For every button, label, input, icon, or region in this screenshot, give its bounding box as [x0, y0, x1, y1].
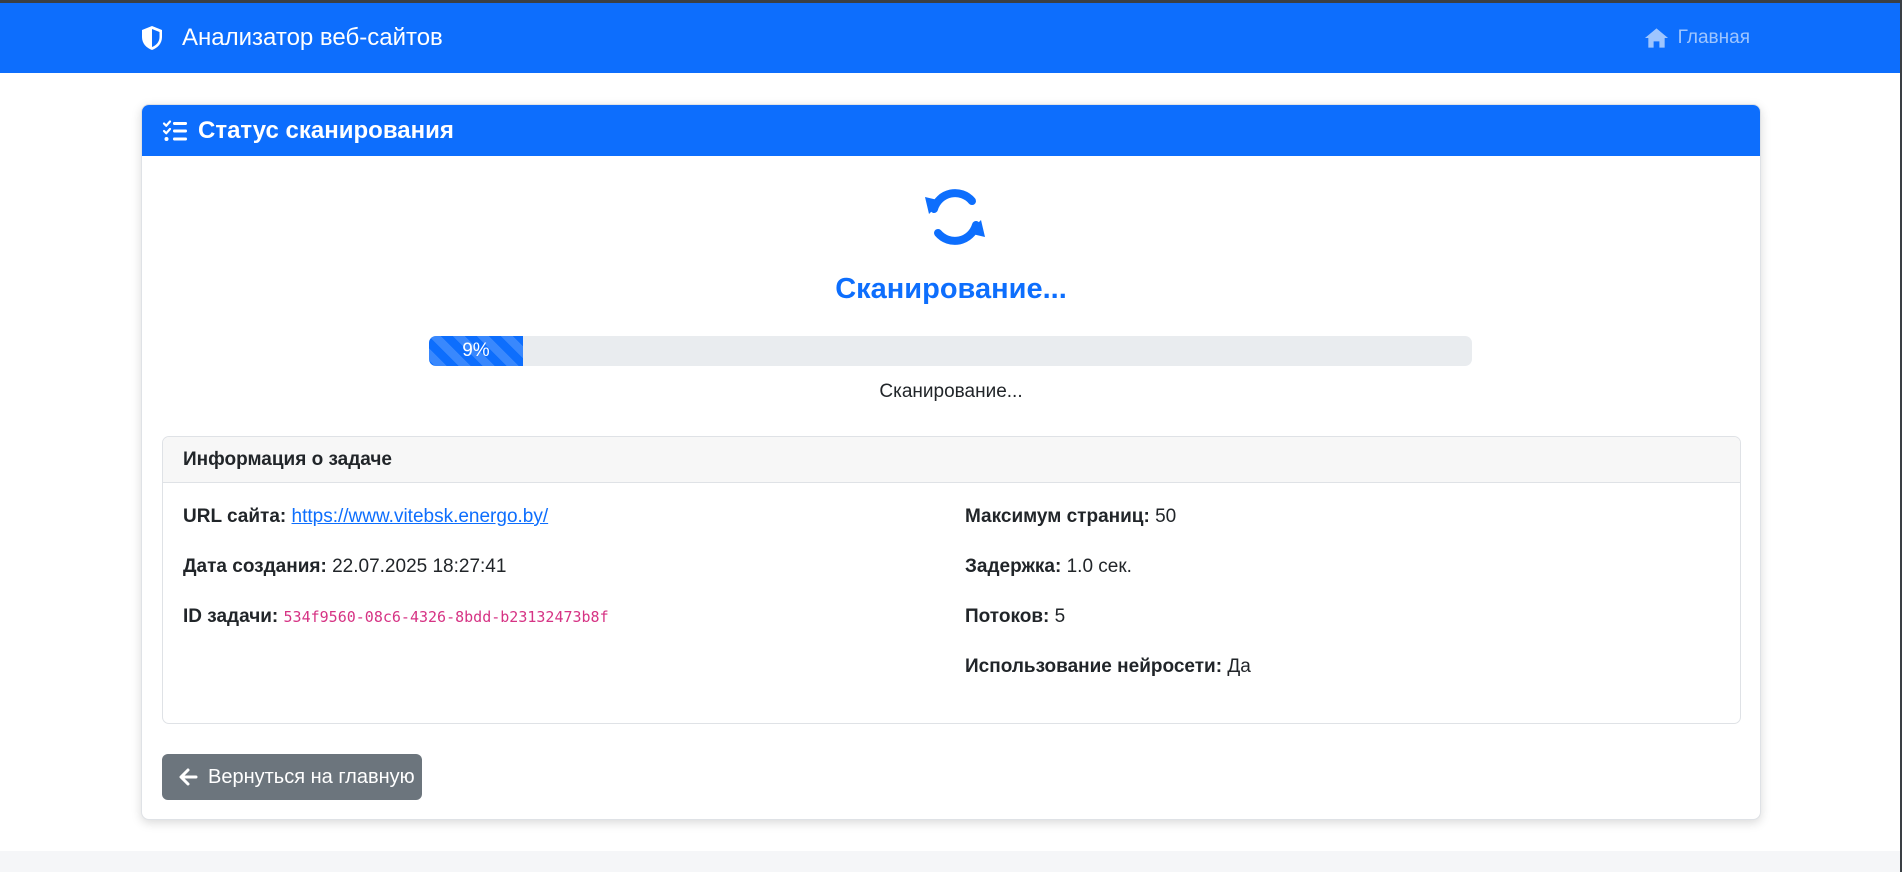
- task-id-row: ID задачи: 534f9560-08c6-4326-8bdd-b2313…: [183, 606, 609, 628]
- back-button-label: Вернуться на главную: [208, 765, 415, 788]
- ai-usage-label: Использование нейросети:: [965, 656, 1223, 677]
- card-title: Статус сканирования: [198, 116, 454, 144]
- progress-label: 9%: [462, 340, 490, 361]
- created-label: Дата создания:: [183, 556, 327, 577]
- max-pages-row: Максимум страниц: 50: [965, 506, 1176, 528]
- back-to-home-button[interactable]: Вернуться на главную: [162, 754, 422, 800]
- ai-usage-value: Да: [1227, 656, 1251, 677]
- threads-row: Потоков: 5: [965, 606, 1065, 628]
- url-row: URL сайта: https://www.vitebsk.energo.by…: [183, 506, 548, 528]
- list-check-icon: [162, 119, 188, 143]
- created-row: Дата создания: 22.07.2025 18:27:41: [183, 556, 506, 578]
- url-link[interactable]: https://www.vitebsk.energo.by/: [292, 506, 549, 527]
- delay-row: Задержка: 1.0 сек.: [965, 556, 1132, 578]
- scan-status-card: Статус сканирования Сканирование... 9% С…: [141, 104, 1761, 820]
- home-icon: [1644, 27, 1669, 49]
- brand-label: Анализатор веб-сайтов: [182, 24, 443, 51]
- navbar-brand[interactable]: Анализатор веб-сайтов: [140, 3, 443, 73]
- task-info-card: Информация о задаче URL сайта: https://w…: [162, 436, 1741, 724]
- delay-value: 1.0 сек.: [1066, 556, 1132, 577]
- card-header: Статус сканирования: [142, 105, 1760, 156]
- threads-label: Потоков:: [965, 606, 1050, 627]
- progress-bar: 9%: [429, 336, 523, 366]
- status-heading: Сканирование...: [835, 273, 1067, 305]
- shield-icon: [140, 25, 166, 51]
- task-id-label: ID задачи:: [183, 606, 279, 627]
- created-value: 22.07.2025 18:27:41: [332, 556, 507, 577]
- ai-usage-row: Использование нейросети: Да: [965, 656, 1251, 678]
- delay-label: Задержка:: [965, 556, 1062, 577]
- max-pages-label: Максимум страниц:: [965, 506, 1150, 527]
- navbar: Анализатор веб-сайтов Главная: [0, 3, 1902, 73]
- task-info-title: Информация о задаче: [163, 437, 1740, 483]
- sync-icon: [925, 189, 985, 245]
- nav-home-label: Главная: [1677, 27, 1750, 48]
- url-label: URL сайта:: [183, 506, 287, 527]
- arrow-left-icon: [178, 767, 198, 787]
- nav-home-link[interactable]: Главная: [1644, 3, 1750, 73]
- max-pages-value: 50: [1155, 506, 1177, 527]
- footer-strip: [0, 851, 1902, 872]
- threads-value: 5: [1054, 606, 1066, 627]
- task-id-value: 534f9560-08c6-4326-8bdd-b23132473b8f: [283, 608, 609, 626]
- status-text: Сканирование...: [879, 381, 1023, 402]
- scan-progress: 9%: [429, 336, 1472, 366]
